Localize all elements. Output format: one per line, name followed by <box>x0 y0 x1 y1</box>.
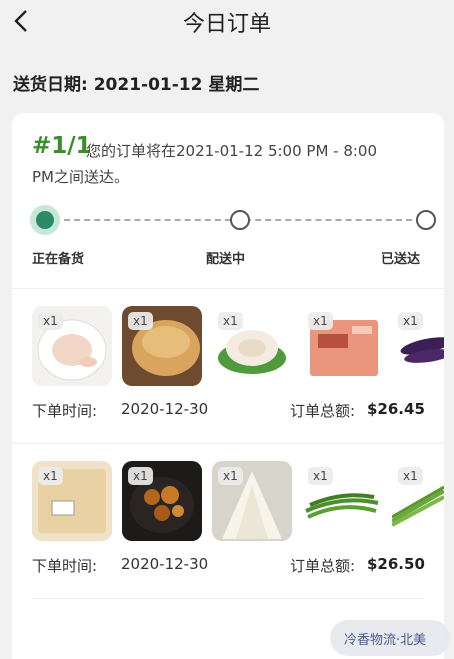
product-thumb[interactable]: x1 <box>122 306 202 386</box>
order-total-label: 订单总额: <box>290 557 356 575</box>
step-dot-delivering <box>230 210 250 230</box>
step-label-delivered: 已送达 <box>381 252 421 267</box>
product-thumb[interactable]: x1 <box>212 461 292 541</box>
item-quantity: x1 <box>218 312 243 330</box>
progress-tracker <box>30 205 440 235</box>
delivery-date: 送货日期: 2021-01-12 星期二 <box>13 75 260 95</box>
step-dot-preparing <box>30 205 60 235</box>
product-thumb[interactable]: x1 <box>32 461 112 541</box>
order-total-label: 订单总额: <box>290 402 356 420</box>
product-thumb[interactable]: x1 <box>392 306 444 386</box>
divider <box>32 598 424 599</box>
product-thumb[interactable]: x1 <box>212 306 292 386</box>
order-card: #1/1 您的订单将在2021-01-12 5:00 PM - 8:00 PM之… <box>12 113 444 659</box>
top-bar: 今日订单 <box>0 0 454 44</box>
item-quantity: x1 <box>128 312 153 330</box>
item-quantity: x1 <box>308 467 333 485</box>
order-time: 2020-12-30 <box>121 555 209 573</box>
step-label-delivering: 配送中 <box>206 252 246 267</box>
product-thumb[interactable]: x1 <box>302 306 382 386</box>
order-total: $26.45 <box>367 400 425 418</box>
product-thumb[interactable]: x1 <box>302 461 382 541</box>
order-total-value: $26.50 <box>367 555 425 573</box>
product-thumb[interactable]: x1 <box>122 461 202 541</box>
page-title: 今日订单 <box>182 12 271 37</box>
item-quantity: x1 <box>308 312 333 330</box>
item-quantity: x1 <box>38 467 63 485</box>
step-label-preparing: 正在备货 <box>32 252 85 267</box>
item-quantity: x1 <box>218 467 243 485</box>
order-total-value: $26.45 <box>367 400 425 418</box>
product-thumb[interactable]: x1 <box>392 461 444 541</box>
divider <box>12 288 444 289</box>
order-time: 2020-12-30 <box>121 400 209 418</box>
item-quantity: x1 <box>398 312 423 330</box>
divider <box>12 443 444 444</box>
item-quantity: x1 <box>398 467 423 485</box>
watermark: 冷香物流·北美 <box>330 620 450 656</box>
item-quantity: x1 <box>38 312 63 330</box>
order-total: $26.50 <box>367 555 425 573</box>
order-time-label: 下单时间: <box>32 557 98 575</box>
item-quantity: x1 <box>128 467 153 485</box>
delivery-note-cont: PM之间送达。 <box>32 168 129 186</box>
order-number: #1/1 <box>32 133 92 159</box>
step-dot-delivered <box>416 210 436 230</box>
product-thumb[interactable]: x1 <box>32 306 112 386</box>
order-time-label: 下单时间: <box>32 402 98 420</box>
delivery-note: 您的订单将在2021-01-12 5:00 PM - 8:00 <box>86 142 378 160</box>
